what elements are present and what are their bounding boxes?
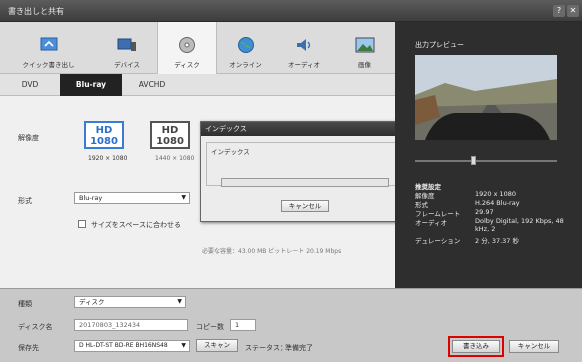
tab-label: オーディオ: [287, 61, 321, 69]
device-icon: [117, 38, 136, 51]
status-label: ステータス：: [245, 344, 287, 352]
dialog-group-label: インデックス: [211, 148, 250, 156]
speaker-icon: [297, 39, 311, 51]
format-select[interactable]: Blu-ray ▼: [74, 192, 190, 204]
disc-name-label: ディスク名: [18, 323, 53, 331]
copies-input[interactable]: 1: [230, 319, 256, 331]
globe-icon: [237, 37, 254, 53]
tab-label: 画像: [358, 61, 371, 69]
disc-type-tabs: DVD Blu-ray AVCHD: [0, 74, 395, 96]
scan-button[interactable]: スキャン: [196, 339, 238, 352]
resolution-option-1440[interactable]: HD 1080: [150, 121, 190, 149]
hd-text: HD: [161, 125, 179, 136]
resolution-caption: 1920 × 1080: [88, 155, 128, 162]
dialog-cancel-button[interactable]: キャンセル: [281, 200, 329, 212]
type-label: 種類: [18, 300, 32, 308]
dialog-title: インデックス: [201, 122, 407, 136]
preview-slider[interactable]: [415, 156, 557, 165]
help-button[interactable]: ?: [553, 5, 565, 17]
copies-label: コピー数: [196, 323, 224, 331]
tab-device[interactable]: デバイス: [97, 22, 157, 74]
info-label: オーディオ: [415, 219, 448, 227]
destination-select[interactable]: D HL-DT-ST BD-RE BH16NS48 ▼: [74, 340, 190, 352]
tab-label: ディスク: [174, 61, 200, 69]
format-value: Blu-ray: [79, 194, 103, 202]
fit-checkbox[interactable]: [78, 220, 86, 228]
tab-disc[interactable]: ディスク: [157, 22, 217, 74]
hd-number: 1080: [90, 136, 118, 147]
fit-checkbox-label: サイズをスペースに合わせる: [91, 221, 181, 229]
window-title: 書き出しと共有: [8, 7, 64, 16]
subtab-avchd[interactable]: AVCHD: [122, 74, 182, 96]
tab-label: デバイス: [114, 61, 140, 69]
disc-name-input[interactable]: 20170803_132434: [74, 319, 188, 331]
category-tabs: クイック書き出し デバイス ディスク オンライン オーディオ 画像: [0, 22, 395, 74]
chevron-down-icon: ▼: [181, 194, 186, 201]
info-value: 29.97: [475, 208, 494, 216]
write-button[interactable]: 書き込み: [452, 340, 500, 353]
tab-audio[interactable]: オーディオ: [274, 22, 334, 74]
disc-icon: [179, 37, 195, 53]
tab-quick-export[interactable]: クイック書き出し: [0, 22, 97, 74]
preview-panel: 出力プレビュー 推奨設定 解像度 1920 x 1080 形式 H.264 Bl…: [395, 22, 582, 288]
format-label: 形式: [18, 197, 32, 205]
image-icon: [355, 37, 374, 53]
bottom-panel: 種類 ディスク ▼ ディスク名 20170803_132434 コピー数 1 保…: [0, 288, 582, 362]
info-value: H.264 Blu-ray: [475, 199, 520, 207]
tab-image[interactable]: 画像: [334, 22, 395, 74]
status-value: 準備完了: [285, 344, 313, 352]
info-value: Dolby Digital, 192 Kbps, 48 kHz, 2: [475, 217, 564, 233]
tab-online[interactable]: オンライン: [217, 22, 274, 74]
info-value: 1920 x 1080: [475, 190, 517, 198]
hd-number: 1080: [156, 136, 184, 147]
subtab-dvd[interactable]: DVD: [0, 74, 60, 96]
progress-bar: [221, 178, 389, 187]
tab-label: オンライン: [229, 61, 262, 69]
destination-value: D HL-DT-ST BD-RE BH16NS48: [79, 342, 168, 349]
type-select[interactable]: ディスク ▼: [74, 296, 186, 308]
preview-title: 出力プレビュー: [415, 41, 464, 49]
resolution-caption: 1440 × 1080: [155, 155, 195, 162]
info-label: デュレーション: [415, 237, 461, 245]
chevron-down-icon: ▼: [181, 342, 186, 349]
info-value: 2 分, 37.37 秒: [475, 237, 520, 245]
type-value: ディスク: [79, 298, 105, 306]
subtab-bluray[interactable]: Blu-ray: [60, 74, 122, 96]
hd-text: HD: [95, 125, 113, 136]
cancel-button[interactable]: キャンセル: [509, 340, 559, 353]
close-button[interactable]: ✕: [567, 5, 579, 17]
destination-label: 保存先: [18, 344, 39, 352]
chevron-down-icon: ▼: [177, 298, 182, 305]
index-dialog: インデックス x インデックス キャンセル: [200, 121, 408, 222]
resolution-option-1920[interactable]: HD 1080: [84, 121, 124, 149]
preview-image: [415, 55, 557, 140]
slider-handle[interactable]: [471, 156, 476, 165]
resolution-label: 解像度: [18, 134, 39, 142]
title-bar: 書き出しと共有 ? ✕: [0, 0, 582, 22]
tab-label: クイック書き出し: [22, 61, 75, 69]
quick-export-icon: [40, 37, 57, 51]
capacity-text: 必要な容量：43.00 MB ビットレート 20.19 Mbps: [202, 248, 342, 255]
